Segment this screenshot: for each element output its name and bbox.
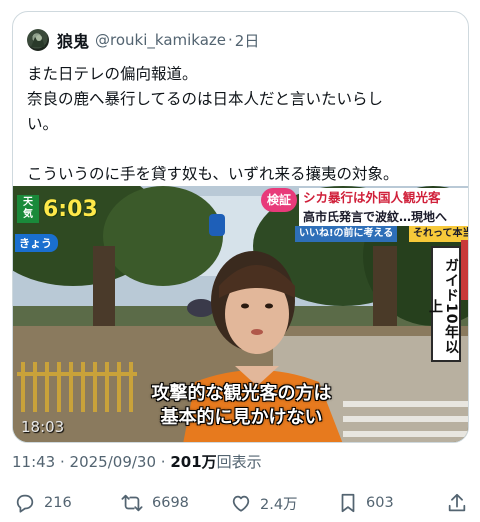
post-meta: 11:43 · 2025/09/30 · 201万回表示 xyxy=(12,452,262,472)
meta-separator-2: · xyxy=(156,453,171,471)
repost-button[interactable]: 6698 xyxy=(120,488,189,518)
reply-count: 216 xyxy=(44,495,72,511)
tv-headline-2: 高市氏発言で波紋…現地へ xyxy=(299,208,468,226)
tv-clock: 6:03 xyxy=(43,196,98,222)
tv-timestamp: 18:03 xyxy=(21,418,65,436)
meta-separator: · xyxy=(55,453,70,471)
quoted-post-card[interactable]: 狼鬼 @rouki_kamikaze · 2日 また日テレの偏向報道。 奈良の鹿… xyxy=(12,11,469,443)
like-button[interactable]: 2.4万 xyxy=(230,488,298,518)
post-time[interactable]: 2日 xyxy=(235,30,260,51)
tv-clock-tag: 天気 xyxy=(17,195,39,223)
tv-today-label: きょう xyxy=(15,234,58,252)
tv-sub-right: それって本当 xyxy=(409,226,468,242)
tv-clock-box: 天気 6:03 xyxy=(17,192,98,226)
author-handle[interactable]: @rouki_kamikaze xyxy=(95,31,226,49)
bookmark-icon xyxy=(341,493,355,513)
quoted-post-header: 狼鬼 @rouki_kamikaze · 2日 xyxy=(27,28,259,52)
views-label[interactable]: 回表示 xyxy=(217,453,262,471)
header-separator: · xyxy=(228,31,233,49)
post-time-of-day[interactable]: 11:43 xyxy=(12,453,55,471)
reply-button[interactable]: 216 xyxy=(14,488,72,518)
share-button[interactable] xyxy=(446,488,476,518)
post-date[interactable]: 2025/09/30 xyxy=(70,453,156,471)
like-count: 2.4万 xyxy=(260,496,298,513)
tv-headline-1: シカ暴行は外国人観光客 xyxy=(299,188,468,208)
like-icon xyxy=(232,495,250,512)
avatar[interactable] xyxy=(27,29,49,51)
tv-sub-left: いいね!の前に考える xyxy=(295,226,398,242)
reply-icon xyxy=(16,494,34,513)
tv-side-strip xyxy=(461,240,468,300)
repost-icon xyxy=(121,494,143,512)
share-icon xyxy=(448,493,466,512)
bookmark-count: 603 xyxy=(366,495,394,511)
tv-side-panel: ガイド10年以上 xyxy=(427,246,461,362)
avatar-image xyxy=(31,35,45,47)
tv-caption: 攻撃的な観光客の方は 基本的に見かけない xyxy=(151,383,332,428)
bookmark-button[interactable]: 603 xyxy=(338,488,394,518)
author-name[interactable]: 狼鬼 xyxy=(57,28,89,52)
views-count[interactable]: 201万 xyxy=(170,453,216,471)
quoted-post-text: また日テレの偏向報道。 奈良の鹿へ暴行してるのは日本人だと言いたいらし い。 こ… xyxy=(27,65,399,183)
action-bar: 216 6698 2.4万 603 xyxy=(0,488,480,518)
repost-count: 6698 xyxy=(152,495,189,511)
post-media-image[interactable]: 天気 6:03 きょう 検証 シカ暴行は外国人観光客 高市氏発言で波紋…現地へ … xyxy=(13,186,468,442)
tv-topic-badge: 検証 xyxy=(261,188,297,212)
